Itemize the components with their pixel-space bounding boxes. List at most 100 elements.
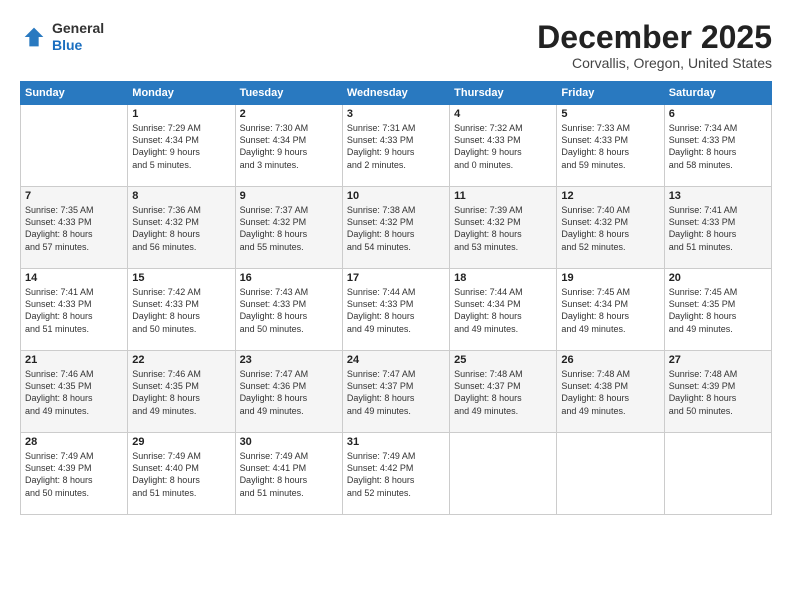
calendar-day: 29Sunrise: 7:49 AM Sunset: 4:40 PM Dayli… [128,433,235,515]
title-area: December 2025 Corvallis, Oregon, United … [537,20,772,71]
day-number: 22 [132,354,230,366]
calendar-day [664,433,771,515]
day-number: 16 [240,272,338,284]
day-info: Sunrise: 7:46 AM Sunset: 4:35 PM Dayligh… [132,368,230,417]
day-info: Sunrise: 7:30 AM Sunset: 4:34 PM Dayligh… [240,122,338,171]
day-number: 7 [25,190,123,202]
day-info: Sunrise: 7:35 AM Sunset: 4:33 PM Dayligh… [25,204,123,253]
weekday-header: Sunday [21,82,128,105]
day-number: 27 [669,354,767,366]
day-number: 14 [25,272,123,284]
calendar-day: 14 Sunrise: 7:41 AM Sunset: 4:33 PM Dayli… [21,269,128,351]
month-title: December 2025 [537,20,772,55]
day-info: Sunrise: 7:41 AM Sunset: 4:33 PM Dayligh… [25,286,123,335]
calendar-day: 4 Sunrise: 7:32 AM Sunset: 4:33 PM Daylig… [450,105,557,187]
day-info: Sunrise: 7:48 AM Sunset: 4:39 PM Dayligh… [669,368,767,417]
calendar-week: 1 Sunrise: 7:29 AM Sunset: 4:34 PM Daylig… [21,105,772,187]
calendar-week: 21Sunrise: 7:46 AM Sunset: 4:35 PM Dayli… [21,351,772,433]
day-info: Sunrise: 7:41 AM Sunset: 4:33 PM Dayligh… [669,204,767,253]
day-number: 13 [669,190,767,202]
calendar-day: 24 Sunrise: 7:47 AM Sunset: 4:37 PM Dayli… [342,351,449,433]
day-info: Sunrise: 7:31 AM Sunset: 4:33 PM Dayligh… [347,122,445,171]
day-number: 15 [132,272,230,284]
calendar-week: 14 Sunrise: 7:41 AM Sunset: 4:33 PM Dayli… [21,269,772,351]
day-number: 30 [240,436,338,448]
calendar-day [557,433,664,515]
calendar-day: 3 Sunrise: 7:31 AM Sunset: 4:33 PM Daylig… [342,105,449,187]
weekday-header: Thursday [450,82,557,105]
header: General Blue December 2025 Corvallis, Or… [20,20,772,71]
calendar-day: 21Sunrise: 7:46 AM Sunset: 4:35 PM Dayli… [21,351,128,433]
calendar-day: 18 Sunrise: 7:44 AM Sunset: 4:34 PM Dayli… [450,269,557,351]
day-info: Sunrise: 7:47 AM Sunset: 4:37 PM Dayligh… [347,368,445,417]
calendar-day: 30Sunrise: 7:49 AM Sunset: 4:41 PM Dayli… [235,433,342,515]
calendar-week: 7 Sunrise: 7:35 AM Sunset: 4:33 PM Daylig… [21,187,772,269]
day-info: Sunrise: 7:34 AM Sunset: 4:33 PM Dayligh… [669,122,767,171]
day-info: Sunrise: 7:49 AM Sunset: 4:39 PM Dayligh… [25,450,123,499]
day-info: Sunrise: 7:44 AM Sunset: 4:33 PM Dayligh… [347,286,445,335]
weekday-header: Tuesday [235,82,342,105]
day-info: Sunrise: 7:33 AM Sunset: 4:33 PM Dayligh… [561,122,659,171]
day-number: 4 [454,108,552,120]
day-info: Sunrise: 7:29 AM Sunset: 4:34 PM Dayligh… [132,122,230,171]
day-number: 18 [454,272,552,284]
day-number: 1 [132,108,230,120]
calendar-day: 26 Sunrise: 7:48 AM Sunset: 4:38 PM Dayli… [557,351,664,433]
day-number: 6 [669,108,767,120]
day-info: Sunrise: 7:37 AM Sunset: 4:32 PM Dayligh… [240,204,338,253]
calendar-day: 1 Sunrise: 7:29 AM Sunset: 4:34 PM Daylig… [128,105,235,187]
day-number: 12 [561,190,659,202]
calendar-day: 10 Sunrise: 7:38 AM Sunset: 4:32 PM Dayli… [342,187,449,269]
calendar-day: 19 Sunrise: 7:45 AM Sunset: 4:34 PM Dayli… [557,269,664,351]
day-info: Sunrise: 7:39 AM Sunset: 4:32 PM Dayligh… [454,204,552,253]
day-info: Sunrise: 7:45 AM Sunset: 4:34 PM Dayligh… [561,286,659,335]
calendar-week: 28 Sunrise: 7:49 AM Sunset: 4:39 PM Dayli… [21,433,772,515]
calendar-day: 27 Sunrise: 7:48 AM Sunset: 4:39 PM Dayli… [664,351,771,433]
day-number: 17 [347,272,445,284]
logo-icon [20,23,48,51]
day-number: 19 [561,272,659,284]
calendar-day: 6 Sunrise: 7:34 AM Sunset: 4:33 PM Daylig… [664,105,771,187]
day-info: Sunrise: 7:44 AM Sunset: 4:34 PM Dayligh… [454,286,552,335]
day-number: 24 [347,354,445,366]
day-info: Sunrise: 7:48 AM Sunset: 4:38 PM Dayligh… [561,368,659,417]
day-number: 20 [669,272,767,284]
calendar-day: 28 Sunrise: 7:49 AM Sunset: 4:39 PM Dayli… [21,433,128,515]
day-info: Sunrise: 7:46 AM Sunset: 4:35 PM Dayligh… [25,368,123,417]
day-number: 25 [454,354,552,366]
day-info: Sunrise: 7:38 AM Sunset: 4:32 PM Dayligh… [347,204,445,253]
weekday-header: Saturday [664,82,771,105]
day-info: Sunrise: 7:49 AM Sunset: 4:42 PM Dayligh… [347,450,445,499]
calendar-day: 22 Sunrise: 7:46 AM Sunset: 4:35 PM Dayli… [128,351,235,433]
day-number: 9 [240,190,338,202]
logo-text: General Blue [52,20,104,54]
calendar-day: 7 Sunrise: 7:35 AM Sunset: 4:33 PM Daylig… [21,187,128,269]
page-container: General Blue December 2025 Corvallis, Or… [0,0,792,612]
calendar-day: 31 Sunrise: 7:49 AM Sunset: 4:42 PM Dayli… [342,433,449,515]
day-number: 2 [240,108,338,120]
day-info: Sunrise: 7:32 AM Sunset: 4:33 PM Dayligh… [454,122,552,171]
day-number: 31 [347,436,445,448]
calendar-day [450,433,557,515]
calendar-day: 13 Sunrise: 7:41 AM Sunset: 4:33 PM Dayli… [664,187,771,269]
day-number: 10 [347,190,445,202]
logo-blue: Blue [52,37,104,54]
day-info: Sunrise: 7:40 AM Sunset: 4:32 PM Dayligh… [561,204,659,253]
weekday-header: Wednesday [342,82,449,105]
calendar-body: 1 Sunrise: 7:29 AM Sunset: 4:34 PM Daylig… [21,105,772,515]
day-info: Sunrise: 7:43 AM Sunset: 4:33 PM Dayligh… [240,286,338,335]
day-info: Sunrise: 7:48 AM Sunset: 4:37 PM Dayligh… [454,368,552,417]
day-number: 26 [561,354,659,366]
weekday-header: Friday [557,82,664,105]
calendar-day: 2 Sunrise: 7:30 AM Sunset: 4:34 PM Daylig… [235,105,342,187]
day-number: 3 [347,108,445,120]
calendar-day: 16 Sunrise: 7:43 AM Sunset: 4:33 PM Dayli… [235,269,342,351]
calendar-day: 5Sunrise: 7:33 AM Sunset: 4:33 PM Daylig… [557,105,664,187]
calendar-day: 11Sunrise: 7:39 AM Sunset: 4:32 PM Dayli… [450,187,557,269]
header-row: SundayMondayTuesdayWednesdayThursdayFrid… [21,82,772,105]
calendar-day: 12 Sunrise: 7:40 AM Sunset: 4:32 PM Dayli… [557,187,664,269]
calendar-day: 8Sunrise: 7:36 AM Sunset: 4:32 PM Daylig… [128,187,235,269]
day-number: 28 [25,436,123,448]
day-info: Sunrise: 7:45 AM Sunset: 4:35 PM Dayligh… [669,286,767,335]
calendar-header: SundayMondayTuesdayWednesdayThursdayFrid… [21,82,772,105]
